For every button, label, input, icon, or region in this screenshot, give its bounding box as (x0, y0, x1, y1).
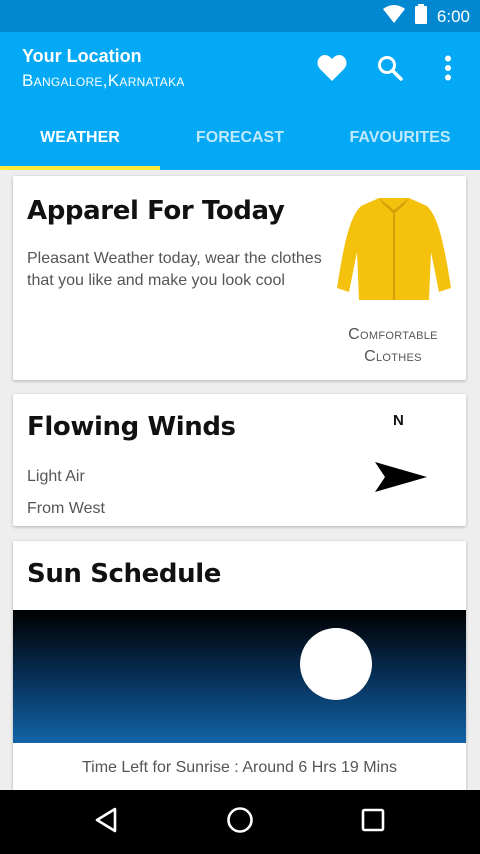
apparel-description: Pleasant Weather today, wear the clothes… (27, 250, 322, 289)
apparel-title: Apparel For Today (27, 196, 285, 226)
sunrise-countdown: Time Left for Sunrise : Around 6 Hrs 19 … (81, 759, 398, 776)
battery-icon (414, 4, 427, 29)
compass-north-label: N (393, 412, 404, 429)
recents-button[interactable] (355, 804, 391, 840)
tab-bar: WEATHER FORECAST FAVOURITES (0, 106, 480, 170)
sun-schedule-card: Sun Schedule Time Left for Sunrise : Aro… (13, 541, 466, 791)
recents-icon (361, 808, 385, 837)
location-block: Your Location Bangalore,Karnataka (22, 46, 185, 91)
more-vert-icon (444, 55, 452, 86)
location-name: Bangalore,Karnataka (22, 71, 185, 90)
sun-icon (300, 628, 372, 700)
back-icon (93, 806, 119, 839)
apparel-card: Apparel For Today Pleasant Weather today… (13, 176, 466, 380)
tab-favourites[interactable]: FAVOURITES (320, 106, 480, 170)
apparel-label: Comfortable Clothes (348, 326, 438, 365)
jacket-icon (335, 196, 453, 309)
overflow-menu-button[interactable] (430, 52, 466, 88)
sun-title: Sun Schedule (27, 559, 221, 589)
app-bar: Your Location Bangalore,Karnataka WEATHE… (0, 32, 480, 170)
heart-icon (317, 54, 347, 87)
navigation-bar (0, 790, 480, 854)
tab-forecast[interactable]: FORECAST (160, 106, 320, 170)
home-icon (226, 806, 254, 839)
status-bar: 6:00 (0, 0, 480, 32)
search-button[interactable] (372, 52, 408, 88)
action-bar (314, 52, 466, 88)
wind-direction: From West (27, 500, 105, 517)
search-icon (377, 55, 403, 86)
home-button[interactable] (222, 804, 258, 840)
back-button[interactable] (88, 804, 124, 840)
winds-card: Flowing Winds Light Air From West N (13, 394, 466, 526)
favourite-button[interactable] (314, 52, 350, 88)
sky-image (13, 610, 466, 743)
tab-weather[interactable]: WEATHER (0, 106, 160, 170)
wind-arrow-icon (373, 460, 429, 499)
winds-title: Flowing Winds (27, 412, 236, 442)
wifi-icon (382, 5, 405, 28)
wind-strength: Light Air (27, 468, 85, 485)
location-title: Your Location (22, 46, 142, 66)
status-time: 6:00 (436, 6, 470, 26)
